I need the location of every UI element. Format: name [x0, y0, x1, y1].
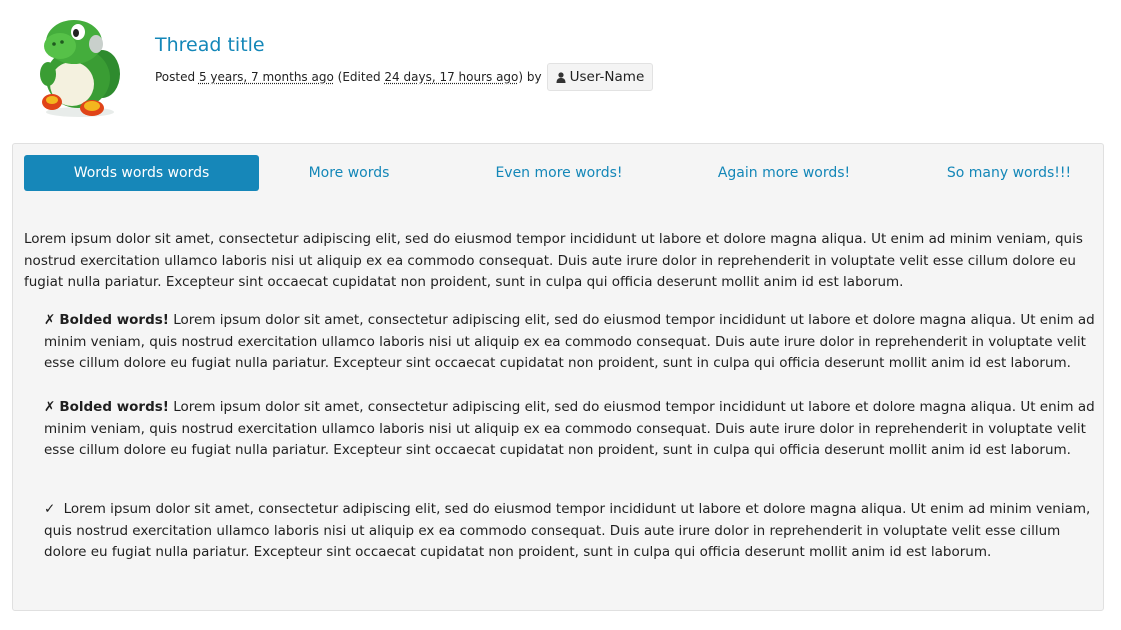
- item-text: Lorem ipsum dolor sit amet, consectetur …: [44, 399, 1095, 458]
- author-name: User-Name: [569, 69, 645, 85]
- thread-header: Thread title Posted 5 years, 7 months ag…: [0, 0, 1121, 130]
- list-item: ✗ Bolded words! Lorem ipsum dolor sit ame…: [44, 397, 1096, 462]
- cross-icon: ✗: [44, 399, 56, 415]
- posted-label: Posted: [155, 70, 196, 84]
- tab-even-more-words[interactable]: Even more words!: [479, 155, 639, 191]
- tab-bar: Words words words More words Even more w…: [24, 155, 1094, 191]
- author-link[interactable]: User-Name: [546, 63, 654, 91]
- tab-content: Lorem ipsum dolor sit amet, consectetur …: [24, 229, 1096, 560]
- edited-suffix: ): [518, 70, 524, 84]
- cross-icon: ✗: [44, 312, 56, 328]
- tab-again-more-words[interactable]: Again more words!: [699, 155, 869, 191]
- post-meta: Posted 5 years, 7 months ago (Edited 24 …: [155, 63, 654, 91]
- thread-title[interactable]: Thread title: [155, 34, 265, 56]
- list-item: ✗ Bolded words! Lorem ipsum dolor sit ame…: [44, 310, 1096, 375]
- posted-time: 5 years, 7 months ago: [198, 70, 334, 84]
- tab-so-many-words[interactable]: So many words!!!: [924, 155, 1094, 191]
- edited-prefix: (Edited: [337, 70, 381, 84]
- user-icon: [556, 71, 566, 83]
- avatar[interactable]: [30, 12, 124, 120]
- content-panel: Words words words More words Even more w…: [12, 143, 1104, 611]
- bold-lead: Bolded words!: [59, 312, 169, 328]
- list-item: ✓ Lorem ipsum dolor sit amet, consectetu…: [44, 499, 1096, 564]
- by-label: by: [526, 70, 542, 84]
- thread-page: Thread title Posted 5 years, 7 months ag…: [0, 0, 1121, 630]
- tab-more-words[interactable]: More words: [284, 155, 414, 191]
- edited-time: 24 days, 17 hours ago: [384, 70, 519, 84]
- green-creature-avatar-icon: [40, 20, 120, 117]
- bold-lead: Bolded words!: [59, 399, 169, 415]
- item-text: Lorem ipsum dolor sit amet, consectetur …: [44, 312, 1095, 371]
- item-text: Lorem ipsum dolor sit amet, consectetur …: [44, 501, 1091, 560]
- intro-paragraph: Lorem ipsum dolor sit amet, consectetur …: [24, 231, 1083, 290]
- tab-words-words-words[interactable]: Words words words: [24, 155, 259, 191]
- check-icon: ✓: [44, 501, 56, 517]
